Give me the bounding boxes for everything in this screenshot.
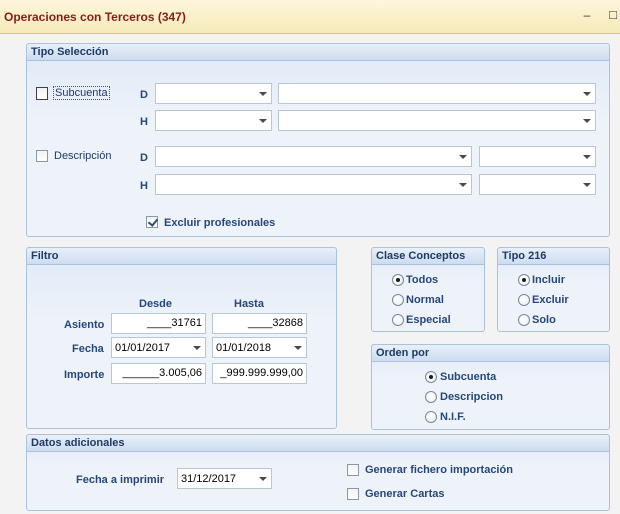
chevron-down-icon[interactable]	[454, 175, 471, 194]
chevron-down-icon[interactable]	[254, 469, 271, 488]
subcuenta-h-label: H	[140, 116, 148, 128]
excluir-profesionales-checkbox[interactable]	[146, 216, 158, 228]
chevron-down-icon[interactable]	[454, 147, 471, 166]
datos-adicionales-group: Datos adicionales Fecha a imprimir 31/12…	[26, 434, 610, 511]
subcuenta-desde-desc-combo[interactable]	[278, 83, 596, 104]
orden-subcuenta-radio[interactable]	[425, 371, 437, 383]
orden-por-title: Orden por	[372, 345, 609, 362]
subcuenta-checkbox[interactable]	[36, 87, 48, 100]
importe-desde-input[interactable]: ______3.005,06	[111, 363, 206, 384]
tipo216-incluir-label: Incluir	[532, 274, 566, 286]
descripcion-checkbox[interactable]	[36, 150, 48, 162]
subcuenta-label: Subcuenta	[53, 86, 110, 100]
tipo216-excluir-radio[interactable]	[518, 294, 530, 306]
orden-nif-label: N.I.F.	[440, 411, 466, 423]
excluir-profesionales-label: Excluir profesionales	[164, 217, 276, 229]
importe-label: Importe	[64, 369, 105, 381]
asiento-label: Asiento	[64, 319, 105, 331]
clase-todos-radio[interactable]	[392, 274, 404, 286]
clase-especial-radio[interactable]	[392, 314, 404, 326]
fecha-hasta-value: 01/01/2018	[216, 342, 272, 354]
tipo-seleccion-group: Tipo Selección Subcuenta D H Descripción…	[26, 43, 610, 237]
fecha-label: Fecha	[72, 343, 104, 355]
clase-especial-label: Especial	[406, 314, 451, 326]
subcuenta-hasta-desc-combo[interactable]	[278, 110, 596, 131]
hasta-header: Hasta	[234, 298, 264, 310]
clase-normal-label: Normal	[406, 294, 444, 306]
clase-conceptos-title: Clase Conceptos	[372, 248, 484, 265]
tipo216-incluir-radio[interactable]	[518, 274, 530, 286]
fecha-desde-value: 01/01/2017	[115, 342, 171, 354]
chevron-down-icon[interactable]	[254, 111, 271, 130]
orden-por-group: Orden por Subcuenta Descripcion N.I.F.	[371, 344, 610, 430]
chevron-down-icon[interactable]	[578, 84, 595, 103]
maximize-icon[interactable]: □	[606, 8, 620, 22]
title-bar: Operaciones con Terceros (347) – □	[0, 0, 620, 34]
generar-cartas-checkbox[interactable]	[347, 488, 359, 500]
subcuenta-d-label: D	[140, 89, 148, 101]
fecha-hasta-combo[interactable]: 01/01/2018	[212, 337, 307, 358]
filtro-title: Filtro	[27, 248, 336, 265]
chevron-down-icon[interactable]	[289, 338, 306, 357]
orden-descripcion-label: Descripcion	[440, 391, 503, 403]
tipo216-solo-radio[interactable]	[518, 314, 530, 326]
descripcion-hasta-extra-combo[interactable]	[479, 174, 596, 195]
generar-cartas-label: Generar Cartas	[365, 488, 445, 500]
fecha-desde-combo[interactable]: 01/01/2017	[111, 337, 206, 358]
subcuenta-desde-combo[interactable]	[155, 83, 272, 104]
clase-todos-label: Todos	[406, 274, 439, 286]
orden-nif-radio[interactable]	[425, 411, 437, 423]
asiento-desde-input[interactable]: ____31761	[111, 313, 206, 334]
tipo-seleccion-title: Tipo Selección	[27, 44, 609, 61]
orden-subcuenta-label: Subcuenta	[440, 371, 497, 383]
descripcion-hasta-combo[interactable]	[155, 174, 472, 195]
generar-fichero-label: Generar fichero importación	[365, 464, 513, 476]
fecha-imprimir-combo[interactable]: 31/12/2017	[177, 468, 272, 489]
generar-fichero-checkbox[interactable]	[347, 464, 359, 476]
chevron-down-icon[interactable]	[578, 147, 595, 166]
datos-adicionales-title: Datos adicionales	[27, 435, 609, 452]
orden-descripcion-radio[interactable]	[425, 391, 437, 403]
descripcion-d-label: D	[140, 152, 148, 164]
clase-normal-radio[interactable]	[392, 294, 404, 306]
minimize-icon[interactable]: –	[580, 8, 594, 22]
tipo216-solo-label: Solo	[532, 314, 556, 326]
subcuenta-hasta-combo[interactable]	[155, 110, 272, 131]
filtro-group: Filtro Desde Hasta Asiento ____31761 ___…	[26, 247, 337, 429]
fecha-imprimir-label: Fecha a imprimir	[76, 474, 165, 486]
descripcion-label: Descripción	[54, 150, 112, 162]
dialog-body: Tipo Selección Subcuenta D H Descripción…	[0, 34, 620, 514]
tipo-216-title: Tipo 216	[498, 248, 609, 265]
chevron-down-icon[interactable]	[578, 111, 595, 130]
descripcion-h-label: H	[140, 180, 148, 192]
importe-hasta-input[interactable]: _999.999.999,00	[212, 363, 307, 384]
window-title: Operaciones con Terceros (347)	[4, 10, 186, 24]
chevron-down-icon[interactable]	[188, 338, 205, 357]
fecha-imprimir-value: 31/12/2017	[181, 473, 237, 485]
tipo216-excluir-label: Excluir	[532, 294, 569, 306]
desde-header: Desde	[139, 298, 173, 310]
descripcion-desde-extra-combo[interactable]	[479, 146, 596, 167]
descripcion-desde-combo[interactable]	[155, 146, 472, 167]
tipo-216-group: Tipo 216 Incluir Excluir Solo	[497, 247, 610, 332]
chevron-down-icon[interactable]	[254, 84, 271, 103]
chevron-down-icon[interactable]	[578, 175, 595, 194]
clase-conceptos-group: Clase Conceptos Todos Normal Especial	[371, 247, 485, 332]
asiento-hasta-input[interactable]: ____32868	[212, 313, 307, 334]
